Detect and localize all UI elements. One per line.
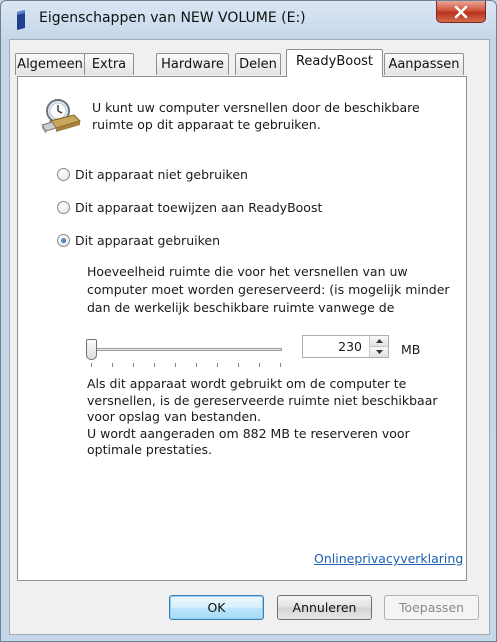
ok-button[interactable]: OK [169, 595, 264, 620]
drive-icon [17, 10, 25, 30]
tab-readyboost[interactable]: ReadyBoost [286, 49, 383, 77]
privacy-statement-link[interactable]: Onlineprivacyverklaring [314, 551, 463, 566]
cancel-button[interactable]: Annuleren [277, 595, 372, 620]
tab-extra[interactable]: Extra [84, 53, 134, 75]
amount-unit: MB [401, 342, 421, 357]
note-line: versnellen, is de gereserveerde ruimte n… [87, 392, 438, 408]
slider-tick [238, 363, 239, 367]
window-title: Eigenschappen van NEW VOLUME (E:) [39, 10, 306, 26]
radio-button[interactable] [57, 168, 70, 181]
note-line: voor opslag van bestanden. [87, 409, 262, 424]
reserve-note: Als dit apparaat wordt gebruikt om de co… [87, 376, 467, 459]
description-line: Hoeveelheid ruimte die voor het versnell… [87, 264, 408, 279]
note-line: Als dit apparaat wordt gebruikt om de co… [87, 376, 407, 391]
option-dedicate-readyboost[interactable]: Dit apparaat toewijzen aan ReadyBoost [57, 200, 322, 215]
tab-hardware[interactable]: Hardware [156, 53, 229, 75]
apply-button[interactable]: Toepassen [384, 595, 479, 620]
option-label: Dit apparaat toewijzen aan ReadyBoost [75, 200, 323, 215]
slider-tick [133, 363, 134, 367]
spin-down-button[interactable] [370, 347, 388, 357]
slider-tick [217, 363, 218, 367]
description-line: computer moet worden gereserveerd: (is m… [87, 282, 450, 297]
spin-up-button[interactable] [370, 336, 388, 347]
description-line: dan de werkelijk beschikbare ruimte vanw… [87, 300, 395, 315]
slider-tick [154, 363, 155, 367]
slider-tick [280, 363, 281, 367]
readyboost-panel [17, 76, 467, 581]
title-bar[interactable]: Eigenschappen van NEW VOLUME (E:) [1, 1, 496, 37]
slider-tick [112, 363, 113, 367]
properties-window: Eigenschappen van NEW VOLUME (E:) Algeme… [0, 0, 497, 642]
slider-tick [259, 363, 260, 367]
reserve-space-slider[interactable] [85, 338, 285, 372]
amount-value[interactable]: 230 [338, 339, 362, 354]
slider-tick [175, 363, 176, 367]
chevron-up-icon [375, 339, 383, 343]
radio-button-selected[interactable] [57, 234, 70, 247]
option-label: Dit apparaat gebruiken [75, 233, 220, 248]
slider-tick [91, 363, 92, 367]
option-do-not-use[interactable]: Dit apparaat niet gebruiken [57, 167, 248, 182]
spin-buttons [369, 336, 388, 357]
tab-algemeen[interactable]: Algemeen [15, 53, 85, 75]
slider-tick [196, 363, 197, 367]
note-line: optimale prestaties. [87, 442, 213, 457]
close-button[interactable] [436, 1, 486, 23]
slider-track[interactable] [90, 348, 282, 351]
close-icon [454, 5, 468, 18]
readyboost-stopwatch-usb-icon [41, 99, 81, 134]
intro-line: U kunt uw computer versnellen door de be… [92, 100, 420, 115]
slider-thumb[interactable] [86, 339, 97, 360]
tab-aanpassen[interactable]: Aanpassen [384, 53, 464, 75]
intro-line: ruimte op dit apparaat te gebruiken. [92, 117, 321, 132]
radio-button[interactable] [57, 201, 70, 214]
reserve-amount-spinbox[interactable]: 230 [302, 335, 389, 358]
option-label: Dit apparaat niet gebruiken [75, 167, 248, 182]
option-use-device[interactable]: Dit apparaat gebruiken [57, 233, 220, 248]
tab-delen[interactable]: Delen [235, 53, 281, 75]
reserve-space-description: Hoeveelheid ruimte die voor het versnell… [87, 263, 467, 317]
note-line: U wordt aangeraden om 882 MB te reserver… [87, 425, 410, 441]
chevron-down-icon [375, 350, 383, 354]
readyboost-intro: U kunt uw computer versnellen door de be… [92, 99, 452, 133]
